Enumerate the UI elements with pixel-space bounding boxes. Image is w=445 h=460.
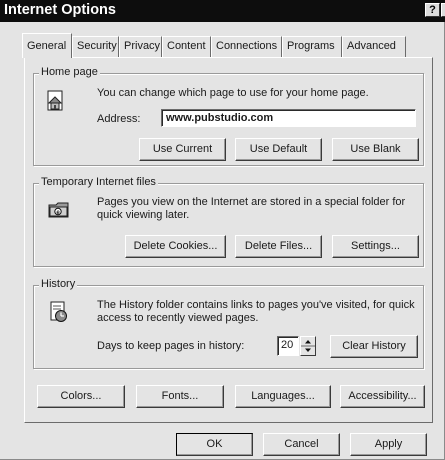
tab-content[interactable]: Content [162, 36, 211, 57]
apply-button[interactable]: Apply [350, 433, 427, 456]
help-icon[interactable]: ? [425, 3, 440, 17]
use-current-button[interactable]: Use Current [139, 138, 226, 161]
history-description-line2: access to recently viewed pages. [97, 312, 259, 324]
window-title: Internet Options [4, 2, 116, 18]
use-blank-button[interactable]: Use Blank [332, 138, 419, 161]
home-page-description: You can change which page to use for you… [97, 87, 369, 99]
settings-button[interactable]: Settings... [332, 235, 419, 258]
history-group-label: History [39, 278, 78, 290]
tab-general[interactable]: General [22, 33, 72, 58]
address-label: Address: [97, 113, 141, 125]
tab-privacy[interactable]: Privacy [119, 36, 162, 57]
spinner-down-icon [305, 348, 311, 352]
languages-button[interactable]: Languages... [235, 385, 331, 408]
ok-button[interactable]: OK [176, 433, 253, 456]
fonts-button[interactable]: Fonts... [136, 385, 224, 408]
accessibility-button[interactable]: Accessibility... [340, 385, 425, 408]
colors-button[interactable]: Colors... [37, 385, 125, 408]
home-page-icon [47, 90, 63, 111]
history-icon [50, 301, 67, 322]
temporary-files-description-line1: Pages you view on the Internet are store… [97, 196, 406, 208]
home-page-group-label: Home page [39, 66, 100, 78]
days-to-keep-input[interactable]: 20 [277, 336, 299, 356]
close-icon[interactable]: × [441, 3, 445, 17]
tab-advanced[interactable]: Advanced [342, 36, 406, 57]
clear-history-button[interactable]: Clear History [330, 335, 418, 358]
spinner-up-icon [305, 340, 311, 344]
temporary-files-icon: e [48, 202, 69, 218]
use-default-button[interactable]: Use Default [235, 138, 322, 161]
delete-files-button[interactable]: Delete Files... [235, 235, 322, 258]
temporary-files-description-line2: quick viewing later. [97, 209, 190, 221]
history-description-line1: The History folder contains links to pag… [97, 299, 415, 311]
days-to-keep-label: Days to keep pages in history: [97, 340, 245, 352]
cancel-button[interactable]: Cancel [263, 433, 340, 456]
delete-cookies-button[interactable]: Delete Cookies... [125, 235, 226, 258]
tab-security[interactable]: Security [72, 36, 119, 57]
days-spinner[interactable] [300, 336, 316, 356]
tab-connections[interactable]: Connections [211, 36, 282, 57]
tab-programs[interactable]: Programs [282, 36, 342, 57]
internet-options-dialog: Internet Options ? × General Security Pr… [0, 0, 445, 460]
title-bar: Internet Options ? × [0, 0, 445, 22]
address-input[interactable]: www.pubstudio.com [161, 109, 416, 127]
temporary-files-group-label: Temporary Internet files [39, 176, 158, 188]
